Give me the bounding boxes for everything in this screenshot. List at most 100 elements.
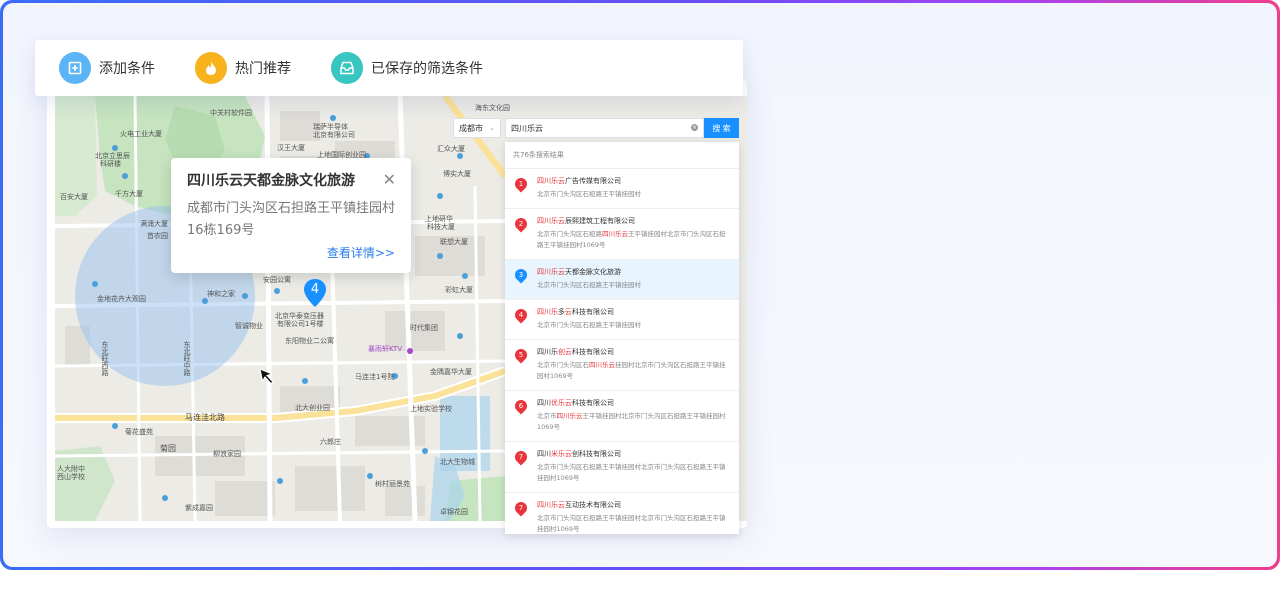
result-name-text: 广告传媒有限公司 [565,177,621,185]
search-results-panel[interactable]: 共76条搜索结果 1 四川乐云广告传媒有限公司 北京市门头沟区石担路王平镇挂园村 2 四… [505,142,739,534]
clear-icon[interactable]: × [691,124,698,131]
result-address: 北京市门头沟区石担路王平镇挂园村北京市门头沟区石担路王平镇挂园村1069号 [537,463,726,482]
svg-text:马连洼1号院: 马连洼1号院 [355,372,394,381]
map-pin-icon: 7 [512,499,530,517]
hot-recommend-button[interactable]: 热门推荐 [195,52,291,84]
result-name-text: 科技有限公司 [572,348,614,356]
saved-filters-button[interactable]: 已保存的筛选条件 [331,52,483,84]
result-number: 6 [518,402,524,410]
result-name-text: 创科技有限公司 [572,450,621,458]
svg-text:彩虹大厦: 彩虹大厦 [445,285,473,294]
result-name: 四川乐创云科技有限公司 [537,347,731,357]
svg-text:金地花卉大观园: 金地花卉大观园 [97,294,146,303]
result-number: 7 [518,453,524,461]
result-name-text: 四川乐 [537,348,558,356]
result-name: 四川乐云辰熙建筑工程有限公司 [537,216,731,226]
search-result-item[interactable]: 2 四川乐云辰熙建筑工程有限公司北京市门头沟区石担路四川乐云王平镇挂园村北京市门头… [505,209,739,260]
result-name-text: 互动技术有限公司 [565,501,621,509]
svg-text:暴雨轩KTV: 暴雨轩KTV [368,344,402,353]
map-pin-icon: 4 [512,306,530,324]
search-input[interactable]: 四川乐云 × [505,118,704,138]
result-address-text: 北京市门头沟区石 [537,361,589,369]
cursor-arrow-icon [259,368,274,385]
result-name: 四川乐云广告传媒有限公司 [537,176,731,186]
svg-text:千方大厦: 千方大厦 [115,189,143,198]
svg-text:北京有限公司: 北京有限公司 [313,130,355,139]
svg-text:柳浪家园: 柳浪家园 [213,449,241,458]
result-address: 北京市门头沟区石担路王平镇挂园村 [537,190,641,198]
view-details-link[interactable]: 查看详情>> [327,244,395,261]
search-result-item[interactable]: 1 四川乐云广告传媒有限公司 北京市门头沟区石担路王平镇挂园村 [505,169,739,209]
search-input-value: 四川乐云 [511,123,543,133]
svg-text:百安大厦: 百安大厦 [60,192,88,201]
result-address: 北京市门头沟区石担路四川乐云王平镇挂园村北京市门头沟区石担路王平镇挂园村1069… [537,229,731,251]
svg-text:瑞萨半导体: 瑞萨半导体 [313,122,348,131]
svg-text:上地实验学校: 上地实验学校 [410,404,452,413]
search-result-item[interactable]: 7 四川米乐云创科技有限公司北京市门头沟区石担路王平镇挂园村北京市门头沟区石担路王… [505,442,739,493]
result-name-highlight: 四川乐云 [537,177,565,185]
search-result-item[interactable]: 7 四川乐云互动技术有限公司北京市门头沟区石担路王平镇挂园村北京市门头沟区石担路王… [505,493,739,534]
result-name-text: 天都金脉文化旅游 [565,268,621,276]
svg-text:首农园: 首农园 [147,231,168,240]
map-marker[interactable]: 4 [303,278,327,308]
svg-text:有限公司1号楼: 有限公司1号楼 [277,319,323,328]
svg-text:树村丽景苑: 树村丽景苑 [375,479,410,488]
popup-title: 四川乐云天都金脉文化旅游 [187,173,355,189]
svg-text:火电工业大厦: 火电工业大厦 [120,129,162,138]
result-address: 北京市门头沟区石担路王平镇挂园村 [537,321,641,329]
close-icon[interactable]: ✕ [383,172,396,188]
add-condition-label: 添加条件 [99,61,155,77]
city-select-value: 成都市 [459,123,483,133]
result-name-text: 多 [558,308,565,316]
result-name-text: 四川 [537,399,551,407]
flame-icon [195,52,227,84]
svg-text:菊花盛苑: 菊花盛苑 [125,427,153,436]
svg-text:菊园: 菊园 [160,443,176,453]
svg-text:卓锦花园: 卓锦花园 [440,507,468,516]
svg-text:安园公寓: 安园公寓 [263,275,291,284]
popup-address: 成都市门头沟区石担路王平镇挂园村16栋169号 [187,201,396,238]
result-address: 北京市门头沟区石担路王平镇挂园村北京市门头沟区石担路王平镇挂园村1069号 [537,514,726,533]
result-number: 5 [518,351,524,359]
add-condition-button[interactable]: 添加条件 [59,52,155,84]
search-result-item[interactable]: 3 四川乐云天都金脉文化旅游 北京市门头沟区石担路王平镇挂园村 [505,260,739,300]
results-count: 共76条搜索结果 [505,142,739,169]
canvas: 中关村软件园 瑞萨半导体 北京有限公司 汉王大厦 上地国际创业园 汇众大厦 博实… [3,3,1277,567]
search-result-item[interactable]: 4 四川乐多云科技有限公司 北京市门头沟区石担路王平镇挂园村 [505,300,739,340]
map-pin-icon: 7 [512,448,530,466]
svg-text:科研楼: 科研楼 [100,159,121,168]
svg-text:海东文化园: 海东文化园 [475,103,510,112]
saved-filters-label: 已保存的筛选条件 [371,61,483,77]
result-name: 四川优乐云科技有限公司 [537,398,731,408]
svg-text:紫成嘉园: 紫成嘉园 [185,503,213,512]
results-list: 1 四川乐云广告传媒有限公司 北京市门头沟区石担路王平镇挂园村 2 四川乐云辰熙建筑工程… [505,169,739,534]
result-name: 四川米乐云创科技有限公司 [537,449,731,459]
result-number: 1 [518,180,524,188]
result-name: 四川乐云互动技术有限公司 [537,500,731,510]
map-pin-icon: 6 [512,397,530,415]
add-condition-icon [59,52,91,84]
result-name: 四川乐多云科技有限公司 [537,307,731,317]
result-address: 北京市四川乐云王平镇挂园村北京市门头沟区石担路王平镇挂园村1069号 [537,411,731,433]
result-address-text: 北京市 [537,412,557,420]
svg-text:科技大厦: 科技大厦 [427,222,455,231]
city-select[interactable]: 成都市 ⌄ [453,118,501,138]
search-button[interactable]: 搜 索 [704,118,739,138]
result-number: 7 [518,504,524,512]
svg-text:联想大厦: 联想大厦 [440,237,468,246]
screenshot-frame: 中关村软件园 瑞萨半导体 北京有限公司 汉王大厦 上地国际创业园 汇众大厦 博实… [0,0,1280,570]
search-result-item[interactable]: 6 四川优乐云科技有限公司北京市四川乐云王平镇挂园村北京市门头沟区石担路王平镇挂园… [505,391,739,442]
result-name: 四川乐云天都金脉文化旅游 [537,267,731,277]
svg-text:汉王大厦: 汉王大厦 [277,143,305,152]
svg-text:中关村软件园: 中关村软件园 [210,108,252,117]
svg-text:时代集团: 时代集团 [410,323,438,332]
svg-text:六郎庄: 六郎庄 [320,437,341,446]
svg-text:北大生物城: 北大生物城 [440,457,475,466]
result-name-highlight: 四川乐 [537,308,558,316]
search-result-item[interactable]: 5 四川乐创云科技有限公司 北京市门头沟区石四川乐云挂园村北京市门头沟区石担路王平镇… [505,340,739,391]
svg-text:西山学校: 西山学校 [57,472,85,481]
svg-text:上地研华: 上地研华 [425,214,453,223]
svg-text:东阳物业二公寓: 东阳物业二公寓 [285,336,334,345]
result-name-highlight: 米乐云 [551,450,572,458]
result-number: 2 [518,220,524,228]
